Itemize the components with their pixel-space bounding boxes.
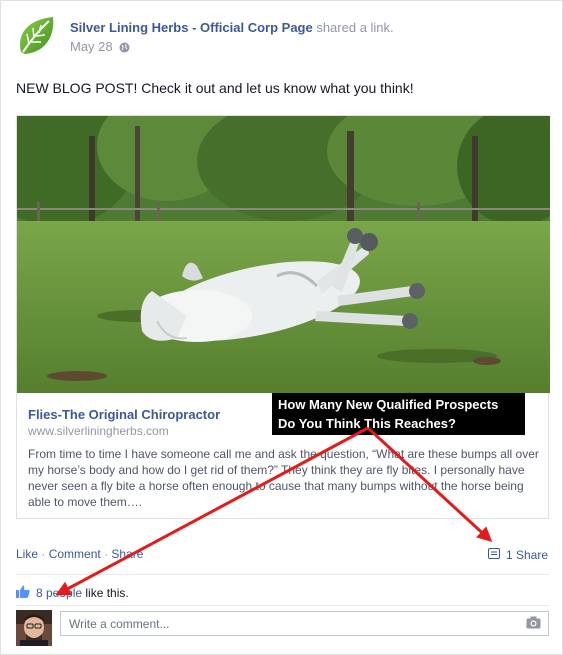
- annotation-line-2: Do You Think This Reaches?: [278, 416, 456, 431]
- avatar[interactable]: [16, 610, 52, 646]
- author-name-link[interactable]: Silver Lining Herbs - Official Corp Page: [70, 20, 313, 35]
- share-link[interactable]: Share: [111, 547, 143, 561]
- post-action-text: shared a link.: [312, 20, 394, 35]
- like-link[interactable]: Like: [16, 547, 38, 561]
- link-preview-image[interactable]: [17, 116, 550, 393]
- thumbs-up-icon: [16, 585, 30, 601]
- post-card: Silver Lining Herbs - Official Corp Page…: [0, 0, 563, 655]
- post-author-line: Silver Lining Herbs - Official Corp Page…: [70, 20, 394, 35]
- share-count-label: 1 Share: [506, 548, 549, 562]
- divider: [16, 605, 549, 606]
- link-preview[interactable]: Flies-The Original Chiropractor www.silv…: [16, 115, 550, 519]
- post-date[interactable]: May 28: [70, 39, 113, 54]
- link-url: www.silverliningherbs.com: [28, 424, 169, 438]
- divider: [16, 574, 549, 575]
- likers-link[interactable]: 8 people: [36, 586, 82, 600]
- post-meta: May 28: [70, 39, 130, 54]
- post-text: NEW BLOG POST! Check it out and let us k…: [16, 80, 414, 96]
- globe-icon: [119, 41, 130, 53]
- action-separator: ·: [100, 547, 112, 561]
- likes-suffix: like this.: [82, 586, 129, 600]
- comment-link[interactable]: Comment: [49, 547, 101, 561]
- link-description: From time to time I have someone call me…: [28, 447, 539, 509]
- share-count[interactable]: 1 Share: [488, 547, 548, 563]
- share-icon: [488, 547, 501, 563]
- likes-summary: 8 people like this.: [16, 585, 129, 601]
- annotation-callout: How Many New Qualified Prospects Do You …: [272, 393, 525, 435]
- link-title[interactable]: Flies-The Original Chiropractor: [28, 407, 220, 422]
- page-logo-leaf-icon[interactable]: [15, 14, 57, 58]
- action-separator: ·: [38, 547, 49, 561]
- annotation-line-1: How Many New Qualified Prospects: [278, 397, 499, 412]
- post-action-bar: Like · Comment · Share: [16, 547, 143, 561]
- comment-input[interactable]: [60, 611, 549, 636]
- camera-icon[interactable]: [526, 616, 541, 629]
